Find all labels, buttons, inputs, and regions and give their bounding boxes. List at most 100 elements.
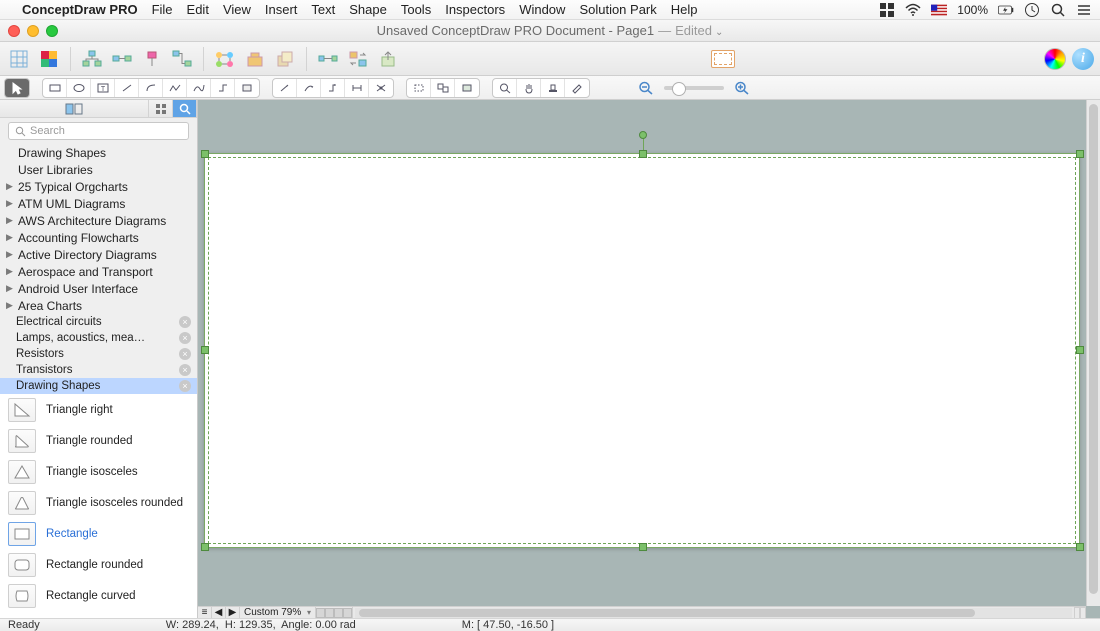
tool-snap-2[interactable] bbox=[431, 79, 455, 97]
zoom-slider[interactable] bbox=[664, 86, 724, 90]
vertical-scrollbar[interactable] bbox=[1086, 100, 1100, 606]
cat-1[interactable]: ▶ATM UML Diagrams bbox=[0, 195, 197, 212]
window-minimize-button[interactable] bbox=[27, 25, 39, 37]
zoom-out-icon[interactable] bbox=[634, 79, 658, 97]
tb-swap-icon[interactable] bbox=[345, 47, 371, 71]
cat-7[interactable]: ▶Area Charts bbox=[0, 297, 197, 314]
horizontal-scrollbar[interactable] bbox=[355, 608, 1072, 618]
page-menu-icon[interactable]: ≡ bbox=[198, 607, 212, 619]
close-icon[interactable]: × bbox=[179, 316, 191, 328]
window-close-button[interactable] bbox=[8, 25, 20, 37]
menu-tools[interactable]: Tools bbox=[401, 2, 431, 17]
tool-connector[interactable] bbox=[211, 79, 235, 97]
page-prev-icon[interactable]: ◀ bbox=[212, 607, 226, 619]
tb-branch-icon[interactable] bbox=[169, 47, 195, 71]
shape-triangle-isosceles-rounded[interactable]: Triangle isosceles rounded bbox=[0, 487, 197, 518]
close-icon[interactable]: × bbox=[179, 364, 191, 376]
shape-triangle-rounded[interactable]: Triangle rounded bbox=[0, 425, 197, 456]
handle-s[interactable] bbox=[639, 543, 647, 551]
shape-rectangle-curved[interactable]: Rectangle curved bbox=[0, 580, 197, 611]
tool-ellipse[interactable] bbox=[67, 79, 91, 97]
canvas-area[interactable]: ≡ ◀ ▶ Custom 79%▾ bbox=[198, 100, 1100, 618]
tb-node-icon[interactable] bbox=[139, 47, 165, 71]
tool-arc[interactable] bbox=[139, 79, 163, 97]
battery-icon[interactable] bbox=[998, 2, 1014, 18]
menu-view[interactable]: View bbox=[223, 2, 251, 17]
sublib-0[interactable]: Electrical circuits× bbox=[0, 314, 197, 330]
cat-5[interactable]: ▶Aerospace and Transport bbox=[0, 263, 197, 280]
tool-stamp[interactable] bbox=[541, 79, 565, 97]
menu-edit[interactable]: Edit bbox=[187, 2, 209, 17]
close-icon[interactable]: × bbox=[179, 332, 191, 344]
tb-chain-icon[interactable] bbox=[315, 47, 341, 71]
sublib-3[interactable]: Transistors× bbox=[0, 362, 197, 378]
menu-inspectors[interactable]: Inspectors bbox=[445, 2, 505, 17]
tool-line[interactable] bbox=[115, 79, 139, 97]
sublib-4[interactable]: Drawing Shapes× bbox=[0, 378, 197, 394]
cat-2[interactable]: ▶AWS Architecture Diagrams bbox=[0, 212, 197, 229]
tb-stack-icon[interactable] bbox=[242, 47, 268, 71]
cat-user-libraries[interactable]: User Libraries bbox=[0, 161, 197, 178]
tool-arrow-line[interactable] bbox=[273, 79, 297, 97]
tool-dimension[interactable] bbox=[345, 79, 369, 97]
tool-bezier[interactable] bbox=[187, 79, 211, 97]
tb-hierarchy-icon[interactable] bbox=[79, 47, 105, 71]
panel-tab-libraries[interactable] bbox=[0, 100, 149, 117]
shape-rectangle-rounded[interactable]: Rectangle rounded bbox=[0, 549, 197, 580]
tool-zoom[interactable] bbox=[493, 79, 517, 97]
tool-arrow-elbow[interactable] bbox=[321, 79, 345, 97]
menu-file[interactable]: File bbox=[152, 2, 173, 17]
tool-arrow-arc[interactable] bbox=[297, 79, 321, 97]
tool-text[interactable]: T bbox=[91, 79, 115, 97]
shape-rectangle[interactable]: Rectangle bbox=[0, 518, 197, 549]
panel-view-grid-icon[interactable] bbox=[149, 100, 173, 117]
menu-insert[interactable]: Insert bbox=[265, 2, 298, 17]
app-name[interactable]: ConceptDraw PRO bbox=[22, 2, 138, 17]
tb-palette-icon[interactable] bbox=[36, 47, 62, 71]
wifi-icon[interactable] bbox=[905, 2, 921, 18]
handle-e[interactable] bbox=[1076, 346, 1084, 354]
tb-export-icon[interactable] bbox=[375, 47, 401, 71]
handle-w[interactable] bbox=[201, 346, 209, 354]
tool-edit[interactable] bbox=[565, 79, 589, 97]
menu-list-icon[interactable] bbox=[1076, 2, 1092, 18]
tool-select[interactable] bbox=[5, 79, 29, 97]
tool-star-connect[interactable] bbox=[369, 79, 393, 97]
menu-help[interactable]: Help bbox=[671, 2, 698, 17]
library-search-input[interactable]: Search bbox=[8, 122, 189, 140]
tb-grid-icon[interactable] bbox=[6, 47, 32, 71]
color-wheel-icon[interactable] bbox=[1044, 48, 1066, 70]
close-icon[interactable]: × bbox=[179, 348, 191, 360]
drawing-page[interactable] bbox=[204, 153, 1080, 548]
handle-n[interactable] bbox=[639, 150, 647, 158]
tool-rect[interactable] bbox=[43, 79, 67, 97]
rotation-handle[interactable] bbox=[639, 131, 647, 139]
cat-6[interactable]: ▶Android User Interface bbox=[0, 280, 197, 297]
zoom-select[interactable]: Custom 79%▾ bbox=[240, 607, 316, 619]
menu-text[interactable]: Text bbox=[311, 2, 335, 17]
page-next-icon[interactable]: ▶ bbox=[226, 607, 240, 619]
sublib-2[interactable]: Resistors× bbox=[0, 346, 197, 362]
handle-nw[interactable] bbox=[201, 150, 209, 158]
handle-ne[interactable] bbox=[1076, 150, 1084, 158]
tool-pan[interactable] bbox=[517, 79, 541, 97]
shape-triangle-right[interactable]: Triangle right bbox=[0, 394, 197, 425]
sublib-1[interactable]: Lamps, acoustics, mea…× bbox=[0, 330, 197, 346]
tb-arrange-icon[interactable] bbox=[212, 47, 238, 71]
cat-3[interactable]: ▶Accounting Flowcharts bbox=[0, 229, 197, 246]
handle-se[interactable] bbox=[1076, 543, 1084, 551]
zoom-in-icon[interactable] bbox=[730, 79, 754, 97]
menu-shape[interactable]: Shape bbox=[349, 2, 387, 17]
shape-triangle-isosceles[interactable]: Triangle isosceles bbox=[0, 456, 197, 487]
page-tabs[interactable] bbox=[316, 607, 353, 619]
panel-search-tab-icon[interactable] bbox=[173, 100, 197, 117]
tb-presentation-icon[interactable] bbox=[711, 50, 735, 68]
tb-layers-icon[interactable] bbox=[272, 47, 298, 71]
tb-sibling-icon[interactable] bbox=[109, 47, 135, 71]
tool-snap-3[interactable] bbox=[455, 79, 479, 97]
cat-4[interactable]: ▶Active Directory Diagrams bbox=[0, 246, 197, 263]
flag-us-icon[interactable] bbox=[931, 2, 947, 18]
cat-0[interactable]: ▶25 Typical Orgcharts bbox=[0, 178, 197, 195]
tool-block[interactable] bbox=[235, 79, 259, 97]
menu-solution-park[interactable]: Solution Park bbox=[579, 2, 656, 17]
